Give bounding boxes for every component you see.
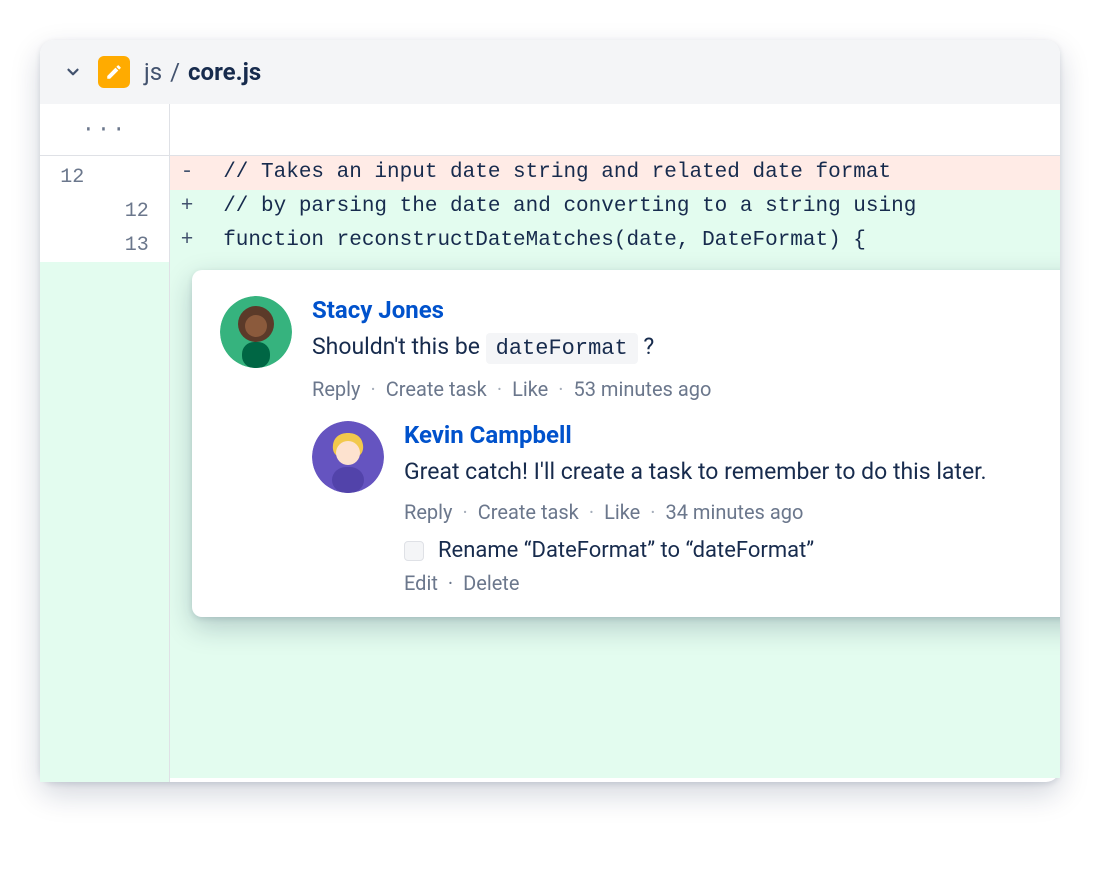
line-gutter: ··· 1212 13 xyxy=(40,104,170,782)
code-pad: Stacy Jones Shouldn't this be dateFormat… xyxy=(170,258,1060,778)
like-button[interactable]: Like xyxy=(512,377,548,401)
diff-panel: js / core.js ··· 121213 - // Takes an in… xyxy=(40,40,1060,782)
comment-text-prefix: Shouldn't this be xyxy=(312,333,486,360)
dot-separator: · xyxy=(371,377,376,401)
path-separator: / xyxy=(170,58,180,86)
dot-separator: · xyxy=(463,500,468,524)
comment-card: Stacy Jones Shouldn't this be dateFormat… xyxy=(192,270,1060,617)
comment-actions: Reply · Create task · Like · 53 minutes … xyxy=(312,377,1060,401)
comment-author[interactable]: Kevin Campbell xyxy=(404,421,1060,449)
comment: Stacy Jones Shouldn't this be dateFormat… xyxy=(220,296,1060,595)
old-line-number: 12 xyxy=(40,166,105,189)
gutter-row: 13 xyxy=(40,228,169,262)
gutter-lines: 1212 13 xyxy=(40,156,169,262)
file-folder: js xyxy=(144,58,162,86)
gutter-more-icon[interactable]: ··· xyxy=(40,104,169,156)
reply-thread: Kevin Campbell Great catch! I'll create … xyxy=(312,421,1060,595)
new-line-number: 12 xyxy=(105,200,170,223)
file-edit-icon xyxy=(98,56,130,88)
code-line[interactable]: - // Takes an input date string and rela… xyxy=(170,156,1060,190)
create-task-button[interactable]: Create task xyxy=(386,377,487,401)
added-sign-icon: + xyxy=(176,190,198,224)
task-checkbox[interactable] xyxy=(404,541,424,561)
gutter-row: 12 xyxy=(40,194,169,228)
avatar[interactable] xyxy=(220,296,292,368)
file-name: core.js xyxy=(188,58,261,86)
code-text: function reconstructDateMatches(date, Da… xyxy=(198,224,866,258)
comment-reply: Kevin Campbell Great catch! I'll create … xyxy=(312,421,1060,595)
added-sign-icon: + xyxy=(176,224,198,258)
comment-body: Stacy Jones Shouldn't this be dateFormat… xyxy=(312,296,1060,595)
file-header: js / core.js xyxy=(40,40,1060,104)
file-path: js / core.js xyxy=(144,58,261,86)
gutter-pad xyxy=(40,262,169,782)
task-edit-button[interactable]: Edit xyxy=(404,571,438,595)
comment-actions: Reply · Create task · Like · 34 minutes … xyxy=(404,500,1060,524)
task-label: Rename “DateFormat” to “dateFormat” xyxy=(438,538,814,563)
code-text: // Takes an input date string and relate… xyxy=(198,156,891,190)
dot-separator: · xyxy=(497,377,502,401)
comment-text: Shouldn't this be dateFormat ? xyxy=(312,330,1060,365)
avatar[interactable] xyxy=(312,421,384,493)
comment-timestamp: 34 minutes ago xyxy=(665,500,803,524)
code-line[interactable]: + // by parsing the date and converting … xyxy=(170,190,1060,224)
comment-timestamp: 53 minutes ago xyxy=(573,377,711,401)
like-button[interactable]: Like xyxy=(604,500,640,524)
code-area: - // Takes an input date string and rela… xyxy=(170,104,1060,782)
dot-separator: · xyxy=(589,500,594,524)
create-task-button[interactable]: Create task xyxy=(478,500,579,524)
task-row: Rename “DateFormat” to “dateFormat” xyxy=(404,538,1060,563)
inline-code: dateFormat xyxy=(486,333,638,364)
comment-text-suffix: ? xyxy=(638,333,655,360)
code-line[interactable]: + function reconstructDateMatches(date, … xyxy=(170,224,1060,258)
dot-separator: · xyxy=(650,500,655,524)
comment-text: Great catch! I'll create a task to remem… xyxy=(404,455,1060,488)
gutter-row: 12 xyxy=(40,160,169,194)
dot-separator: · xyxy=(448,571,453,595)
comment-body: Kevin Campbell Great catch! I'll create … xyxy=(404,421,1060,595)
removed-sign-icon: - xyxy=(176,156,198,190)
chevron-down-icon[interactable] xyxy=(62,61,84,83)
new-line-number: 13 xyxy=(105,234,170,257)
code-top-pad xyxy=(170,104,1060,156)
reply-button[interactable]: Reply xyxy=(312,377,361,401)
reply-button[interactable]: Reply xyxy=(404,500,453,524)
code-lines: - // Takes an input date string and rela… xyxy=(170,156,1060,258)
dot-separator: · xyxy=(558,377,563,401)
comment-author[interactable]: Stacy Jones xyxy=(312,296,1060,324)
task-delete-button[interactable]: Delete xyxy=(463,571,519,595)
diff-body: ··· 121213 - // Takes an input date stri… xyxy=(40,104,1060,782)
code-text: // by parsing the date and converting to… xyxy=(198,190,916,224)
task-actions: Edit · Delete xyxy=(404,571,1060,595)
